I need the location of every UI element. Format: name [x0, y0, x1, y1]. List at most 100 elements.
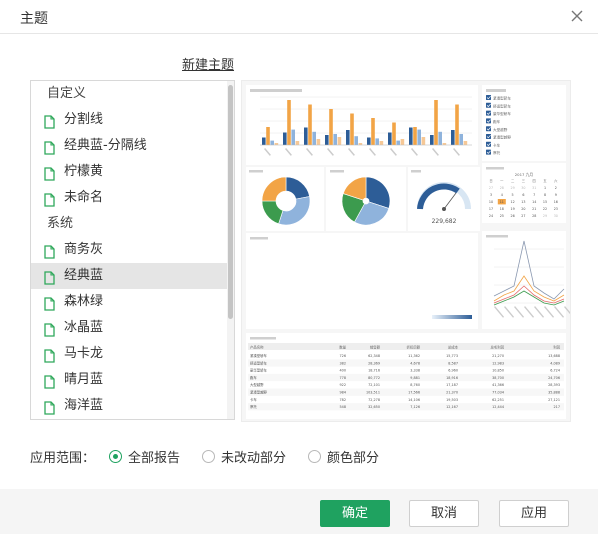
preview-table-cell: 3,338: [410, 369, 420, 373]
preview-bar: [295, 141, 300, 145]
radio-unchecked[interactable]: [202, 449, 216, 463]
theme-list-items: 自定义 分割线 经典蓝-分隔线 柠檬黄 未命名 系统 商务灰 经典蓝 森林绿 冰晶蓝 马卡龙 晴月蓝海…: [31, 81, 227, 419]
preview-bar: [270, 140, 274, 145]
theme-item[interactable]: 海洋蓝: [31, 393, 227, 419]
preview-title-placeholder: [250, 337, 276, 340]
theme-item[interactable]: 森林绿: [31, 289, 227, 315]
preview-table-cell: 400: [340, 369, 346, 373]
preview-bar: [413, 127, 417, 145]
close-icon[interactable]: [570, 9, 584, 23]
preview-calendar-day: 31: [532, 186, 536, 190]
preview-bar: [388, 132, 392, 145]
preview-calendar-day: 23: [554, 207, 558, 211]
theme-item-label: 柠檬黄: [64, 164, 104, 179]
document-icon: [44, 139, 55, 155]
scope-option-color[interactable]: 颜色部分: [308, 447, 379, 466]
preview-calendar-day: 13: [521, 200, 525, 204]
preview-table-header: 利润: [553, 345, 560, 350]
preview-bar: [350, 113, 354, 145]
preview-legend-item: 紧凑型轿车: [493, 96, 511, 101]
cancel-button[interactable]: 取消: [409, 500, 479, 527]
theme-item-label: 经典蓝: [64, 268, 104, 283]
preview-calendar-day: 28: [500, 186, 504, 190]
theme-item[interactable]: 经典蓝: [31, 263, 227, 289]
preview-legend-item: 舒适型轿车: [493, 103, 511, 108]
preview-table-cell: 摩托: [250, 404, 257, 409]
new-theme-link[interactable]: 新建主题: [182, 54, 234, 73]
preview-table-cell: 6,960: [448, 369, 458, 373]
preview-calendar-day: 24: [489, 214, 493, 218]
theme-item[interactable]: 柠檬黄: [31, 159, 227, 185]
preview-table-cell: 984: [340, 391, 346, 395]
preview-title-placeholder: [486, 167, 504, 170]
document-icon: [44, 347, 55, 363]
preview-title-placeholder: [330, 170, 344, 173]
theme-item[interactable]: 经典蓝-分隔线: [31, 133, 227, 159]
scope-option-label: 全部报告: [128, 450, 181, 466]
preview-table-cell: 72,101: [368, 383, 380, 387]
theme-item[interactable]: 分割线: [31, 107, 227, 133]
preview-table-cell: 14,106: [408, 398, 420, 402]
preview-calendar-day: 20: [521, 207, 525, 211]
scope-option-all-reports[interactable]: 全部报告: [109, 447, 180, 466]
theme-item[interactable]: 马卡龙: [31, 341, 227, 367]
preview-bar: [459, 134, 463, 145]
theme-item[interactable]: 商务灰: [31, 237, 227, 263]
preview-bar: [434, 100, 438, 145]
theme-item[interactable]: 晴月蓝: [31, 367, 227, 393]
preview-bar: [262, 137, 266, 145]
theme-item[interactable]: 未命名: [31, 185, 227, 211]
scope-option-unchanged[interactable]: 未改动部分: [202, 447, 286, 466]
preview-table-row-bg: [248, 373, 564, 382]
preview-table-cell: 103,511: [366, 391, 380, 395]
preview-calendar-day: 21: [532, 207, 536, 211]
preview-table-cell: 62,251: [492, 398, 504, 402]
preview-table-cell: 4,089: [550, 361, 560, 365]
preview-table-cell: 35,888: [548, 391, 560, 395]
preview-checkbox: [486, 110, 491, 116]
scrollbar-thumb[interactable]: [228, 85, 233, 319]
scope-option-label: 未改动部分: [221, 450, 287, 466]
preview-table-cell: 21,270: [492, 354, 504, 358]
preview-bar: [455, 104, 459, 145]
preview-table-cell: 41,366: [492, 383, 504, 387]
radio-checked[interactable]: [109, 449, 123, 463]
document-icon: [44, 295, 55, 311]
document-icon: [44, 321, 55, 337]
preview-table-cell: 大型越野: [250, 382, 264, 387]
document-icon: [44, 373, 55, 389]
preview-table-row-bg: [248, 403, 564, 411]
preview-checkbox: [486, 149, 491, 155]
apply-button[interactable]: 应用: [499, 500, 569, 527]
preview-calendar-day: 10: [489, 200, 493, 204]
theme-item-label: 未命名: [64, 190, 104, 205]
preview-table-row-bg: [248, 388, 564, 396]
radio-unchecked[interactable]: [308, 449, 322, 463]
document-icon: [44, 191, 55, 207]
preview-table-cell: 12,983: [492, 361, 504, 365]
preview-title-placeholder: [250, 237, 268, 240]
preview-calendar-day: 9: [555, 193, 557, 197]
preview-table-cell: 62,348: [368, 354, 380, 358]
preview-table-cell: 6,724: [550, 369, 560, 373]
preview-calendar-day: 5: [512, 193, 514, 197]
preview-table-cell: 27,121: [548, 398, 560, 402]
preview-calendar-day: 18: [500, 207, 504, 211]
preview-table-cell: 7,126: [410, 405, 420, 409]
scrollbar-track[interactable]: [227, 81, 234, 419]
preview-table-cell: 28,393: [548, 383, 560, 387]
preview-table-cell: 77,034: [492, 391, 504, 395]
theme-item-label: 森林绿: [64, 294, 104, 309]
preview-checkbox: [486, 126, 491, 132]
preview-calendar-day: 2: [555, 186, 557, 190]
preview-table-cell: 12,444: [492, 405, 504, 409]
preview-bar: [438, 131, 442, 145]
preview-legend-item: 摩托: [493, 150, 501, 155]
preview-bar: [430, 135, 434, 145]
theme-item[interactable]: 冰晶蓝: [31, 315, 227, 341]
preview-bar: [325, 135, 329, 145]
theme-item-label: 海洋蓝: [64, 398, 104, 413]
preview-title-placeholder: [486, 89, 506, 92]
preview-bar: [354, 136, 358, 145]
ok-button[interactable]: 确定: [320, 500, 390, 527]
